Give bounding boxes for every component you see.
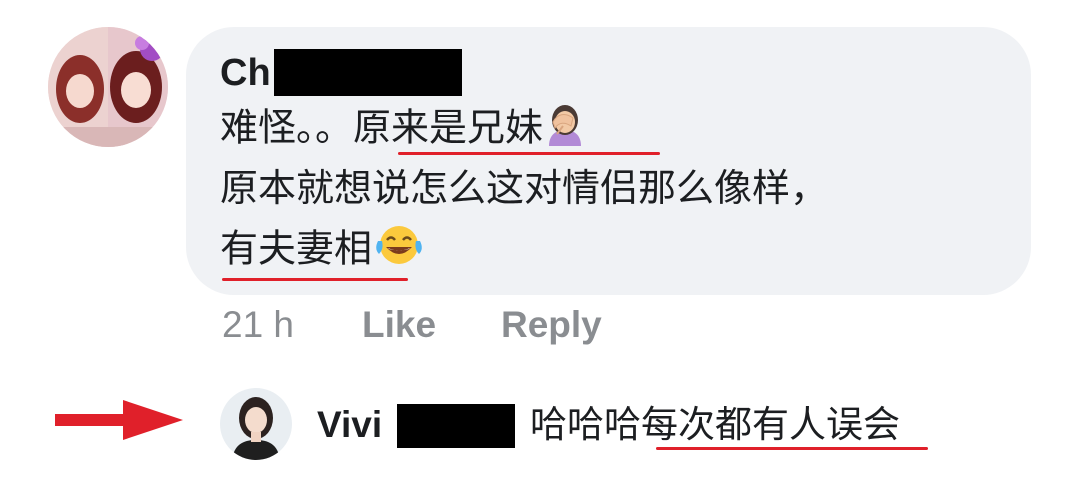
reply-author-avatar[interactable] <box>220 388 292 460</box>
comment-text-highlight: 原来是兄妹 <box>353 105 544 150</box>
red-underline <box>222 278 408 281</box>
comment-line-3: 有夫妻相 <box>220 223 426 279</box>
redacted-name-block <box>274 49 462 96</box>
comment-timestamp: 21 h <box>222 304 295 345</box>
comment-text-part: 难怪。。 <box>220 105 354 150</box>
reply-author-name[interactable]: Vivi <box>317 402 382 448</box>
like-button[interactable]: Like <box>362 302 436 348</box>
face-palm-emoji-icon <box>543 102 587 158</box>
red-underline <box>656 447 928 450</box>
tears-of-joy-emoji-icon <box>372 223 426 279</box>
comment-line-2: 原本就想说怎么这对情侣那么像样， <box>220 166 829 210</box>
comment-author-name[interactable]: Ch <box>220 50 271 96</box>
red-arrow-icon <box>55 398 185 446</box>
reply-button[interactable]: Reply <box>501 302 602 348</box>
reply-text: 哈哈哈每次都有人误会 <box>530 403 900 446</box>
redacted-name-block <box>397 404 515 448</box>
commenter-avatar[interactable] <box>48 27 168 147</box>
comment-line-1: 难怪。。原来是兄妹 <box>220 102 587 158</box>
comment-text-highlight: 有夫妻相 <box>220 226 373 271</box>
red-underline <box>398 152 660 155</box>
